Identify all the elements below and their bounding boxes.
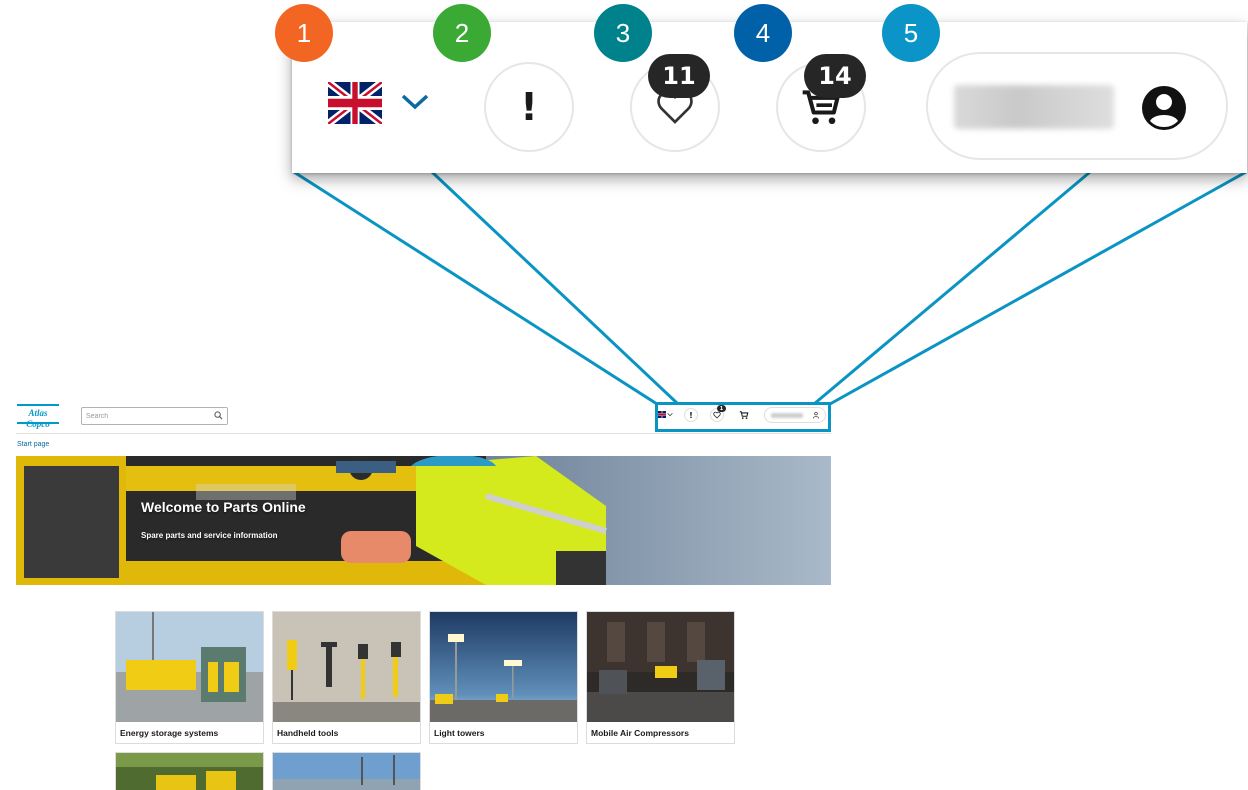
handheld-tools-image <box>273 612 420 722</box>
atlas-copco-logo[interactable]: Atlas Copco <box>17 404 59 429</box>
category-tile-partial-1[interactable] <box>115 752 264 790</box>
account-button[interactable] <box>926 52 1228 160</box>
uk-flag-icon[interactable] <box>328 82 382 124</box>
callout-1: 1 <box>275 4 333 62</box>
category-tile-energy-storage[interactable]: Energy storage systems <box>115 611 264 744</box>
callout-4-number: 4 <box>755 17 771 48</box>
logo-bottom-bar <box>17 422 59 424</box>
search-input[interactable] <box>86 408 211 424</box>
chevron-down-icon[interactable] <box>400 92 430 112</box>
blurred-username <box>954 85 1114 129</box>
category-tile-handheld-tools[interactable]: Handheld tools <box>272 611 421 744</box>
search-icon[interactable] <box>214 411 223 420</box>
category-tile-mobile-air-compressors[interactable]: Mobile Air Compressors <box>586 611 735 744</box>
callout-3-number: 3 <box>615 17 631 48</box>
energy-storage-image <box>116 612 263 722</box>
hero-title: Welcome to Parts Online <box>141 499 306 515</box>
category-label: Handheld tools <box>277 728 339 738</box>
exclamation-icon: ! <box>520 85 538 129</box>
breadcrumb-start-page[interactable]: Start page <box>17 441 49 448</box>
cart-count-badge: 14 <box>804 54 866 98</box>
hero-banner: Welcome to Parts Online Spare parts and … <box>16 456 831 585</box>
category-label: Energy storage systems <box>120 728 219 738</box>
light-towers-image <box>430 612 577 722</box>
person-icon <box>1142 86 1186 130</box>
screenshot-stage: ! 11 14 1 2 3 4 5 Atlas Copco Search ! 1… <box>0 0 1248 790</box>
hero-image <box>16 456 831 585</box>
alerts-button[interactable]: ! <box>484 62 574 152</box>
callout-2: 2 <box>433 4 491 62</box>
category-label: Mobile Air Compressors <box>591 728 689 738</box>
logo-top-bar <box>17 404 59 406</box>
callout-5-number: 5 <box>903 17 919 48</box>
header-divider <box>16 433 831 434</box>
callout-4: 4 <box>734 4 792 62</box>
partial-tile-image-2 <box>273 753 420 790</box>
callout-2-number: 2 <box>454 17 470 48</box>
hero-subtitle: Spare parts and service information <box>141 531 278 540</box>
category-tile-light-towers[interactable]: Light towers <box>429 611 578 744</box>
search-box[interactable] <box>81 407 228 425</box>
callout-5: 5 <box>882 4 940 62</box>
favorites-count-badge: 11 <box>648 54 710 98</box>
mobile-air-compressors-image <box>587 612 734 722</box>
callout-3: 3 <box>594 4 652 62</box>
highlight-box <box>655 402 831 432</box>
logo-text: Atlas Copco <box>26 408 50 429</box>
category-tile-partial-2[interactable] <box>272 752 421 790</box>
partial-tile-image-1 <box>116 753 263 790</box>
callout-1-number: 1 <box>296 17 312 48</box>
category-label: Light towers <box>434 728 485 738</box>
